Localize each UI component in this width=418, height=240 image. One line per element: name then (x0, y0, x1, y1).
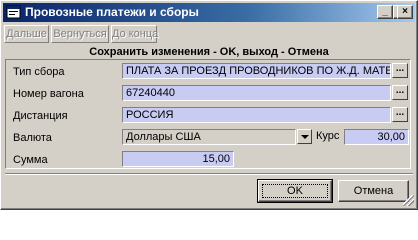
minimize-icon: _ (382, 6, 388, 17)
rate-label: Курс (316, 130, 340, 142)
back-button[interactable]: Вернуться (51, 25, 109, 43)
currency-dropdown-button[interactable] (297, 129, 312, 144)
close-button[interactable]: × (397, 5, 413, 19)
distance-lookup-button[interactable]: ... (392, 107, 408, 122)
ok-button-label: OK (287, 185, 303, 197)
ellipsis-icon: ... (395, 85, 405, 96)
cancel-button-label: Отмена (353, 185, 394, 197)
dialog-window: Провозные платежи и сборы _ □ × Дальше В… (0, 0, 418, 210)
ellipsis-icon: ... (395, 107, 405, 118)
cancel-button[interactable]: Отмена (338, 180, 409, 202)
currency-select[interactable]: Доллары США (122, 129, 296, 145)
window-app-icon (6, 5, 21, 19)
wagon-number-field[interactable]: 67240440 (122, 85, 391, 101)
instruction-header: Сохранить изменения - OK, выход - Отмена (89, 46, 329, 58)
distance-label: Дистанция (13, 110, 68, 122)
amount-label: Сумма (13, 154, 48, 166)
fee-type-field[interactable]: ПЛАТА ЗА ПРОЕЗД ПРОВОДНИКОВ ПО Ж.Д. МАТЕ… (122, 63, 391, 79)
currency-selected-value: Доллары США (126, 131, 201, 143)
distance-field[interactable]: РОССИЯ (122, 107, 391, 123)
footer-separator (5, 173, 413, 175)
currency-label: Валюта (13, 132, 52, 144)
wagon-number-lookup-button[interactable]: ... (392, 85, 408, 100)
next-button[interactable]: Дальше (4, 25, 49, 43)
title-bar[interactable]: Провозные платежи и сборы _ □ (3, 3, 415, 22)
fee-type-label: Тип сбора (13, 66, 65, 78)
rate-field[interactable]: 30,00 (344, 129, 409, 145)
to-end-button[interactable]: До конца (111, 25, 158, 43)
wagon-number-label: Номер вагона (13, 88, 84, 100)
amount-field[interactable]: 15,00 (122, 151, 234, 167)
ok-button[interactable]: OK (257, 179, 333, 203)
minimize-button[interactable]: _ (377, 5, 393, 19)
resize-grip-icon[interactable] (403, 195, 414, 206)
ellipsis-icon: ... (395, 63, 405, 74)
close-icon: × (402, 6, 408, 17)
window-title: Провозные платежи и сборы (25, 5, 199, 19)
fee-type-lookup-button[interactable]: ... (392, 63, 408, 78)
